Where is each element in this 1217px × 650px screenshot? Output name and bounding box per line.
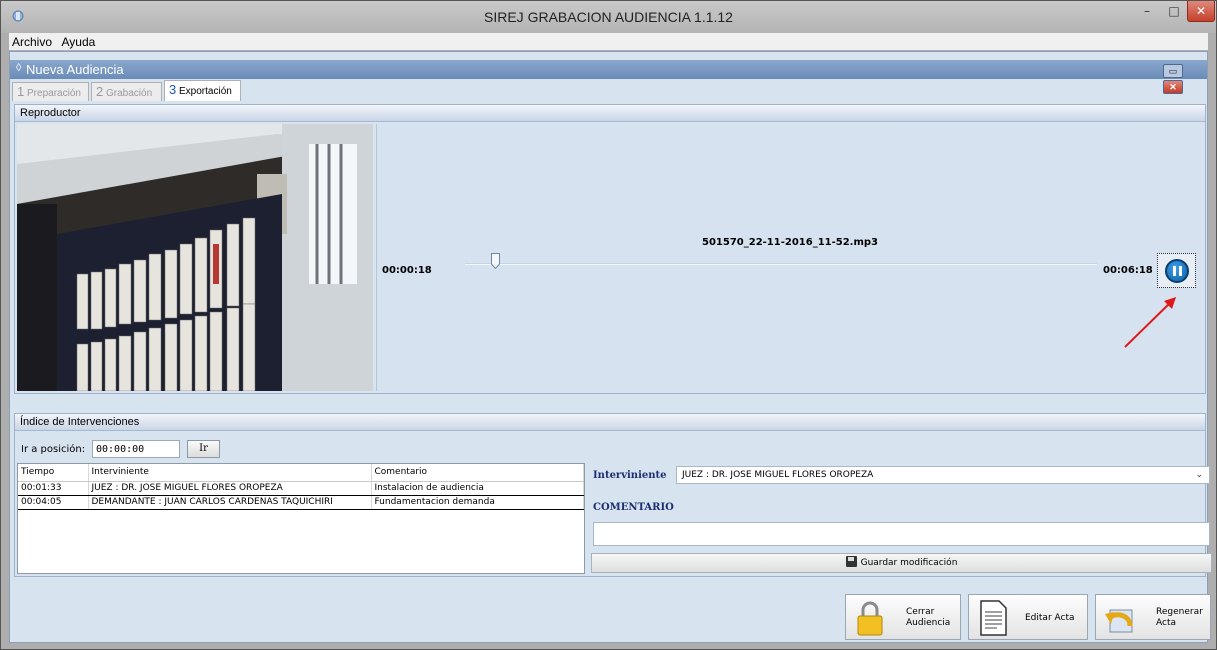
close-button[interactable]: ✕ [1187,1,1215,22]
minimize-button[interactable]: – [1134,1,1160,22]
interviniente-select[interactable]: JUEZ : DR. JOSE MIGUEL FLORES OROPEZA ⌄ [676,466,1210,484]
child-window-buttons: ▭ ✕ [1163,62,1205,94]
tab-number: 3 [169,82,177,97]
app-window: SIREJ GRABACION AUDIENCIA 1.1.12 – □ ✕ A… [0,0,1217,650]
cell-tiempo[interactable]: 00:04:05 [18,495,89,510]
chevron-down-icon: ⌄ [1195,470,1203,480]
tab-number: 2 [96,84,104,99]
video-frame-image [17,124,373,391]
pause-icon [1165,259,1189,283]
goto-button[interactable]: Ir [187,440,220,458]
comentario-input[interactable] [593,522,1210,546]
interventions-table: Tiempo Interviniente Comentario 00:01:33… [17,463,585,574]
goto-label: Ir a posición: [21,444,86,455]
menu-bar: Archivo Ayuda [9,33,1208,50]
interviniente-value: JUEZ : DR. JOSE MIGUEL FLORES OROPEZA [682,470,874,480]
padlock-icon [857,601,883,636]
title-bar[interactable]: SIREJ GRABACION AUDIENCIA 1.1.12 – □ ✕ [1,1,1216,33]
video-preview [17,124,373,391]
maximize-button[interactable]: □ [1161,1,1187,22]
child-window-titlebar[interactable]: ◊ Nueva Audiencia ▭ ✕ [10,60,1207,94]
audio-filename: 501570_22-11-2016_11-52.mp3 [701,237,879,248]
tab-number: 1 [17,84,25,99]
close-hearing-line2: Audiencia [906,618,951,628]
player-panel: Reproductor 501570_22-11-2016_11-52.mp3 … [14,104,1206,394]
document-icon [980,600,1007,636]
document-icon: ◊ [16,62,22,74]
menu-ayuda[interactable]: Ayuda [59,33,99,49]
regenerate-acta-label: Regenerar Acta [1156,607,1203,629]
child-restore-button[interactable]: ▭ [1163,64,1183,78]
save-modification-button[interactable]: Guardar modificación [591,553,1212,573]
index-header: Índice de Intervenciones [15,414,1205,431]
cell-comentario[interactable]: Instalacion de audiencia [371,481,584,496]
edit-acta-label: Editar Acta [1025,613,1075,623]
cell-comentario[interactable]: Fundamentacion demanda [371,495,584,510]
floppy-disk-icon [845,556,857,567]
regenerate-line2: Acta [1156,618,1176,628]
tab-preparacion[interactable]: 1 Preparación [12,82,89,101]
close-hearing-line1: Cerrar [906,607,935,617]
cell-tiempo[interactable]: 00:01:33 [18,481,89,496]
table-row[interactable]: 00:01:33 JUEZ : DR. JOSE MIGUEL FLORES O… [18,481,584,496]
mdi-client: ◊ Nueva Audiencia ▭ ✕ 1 Preparación 2 Gr… [9,51,1212,643]
column-comentario[interactable]: Comentario [371,464,584,482]
column-tiempo[interactable]: Tiempo [18,464,89,482]
tab-exportacion[interactable]: 3 Exportación [164,80,241,101]
child-close-button[interactable]: ✕ [1163,80,1183,94]
audio-player: 501570_22-11-2016_11-52.mp3 00:00:18 00:… [376,124,1203,391]
child-window-title: Nueva Audiencia [26,62,124,77]
interviniente-label: Interviniente [593,470,667,481]
annotation-arrow-icon [1124,297,1176,348]
save-label: Guardar modificación [860,558,958,568]
goto-time-input[interactable] [92,440,180,458]
column-interviniente[interactable]: Interviniente [88,464,372,482]
seek-track[interactable] [465,263,1097,265]
cell-interviniente[interactable]: DEMANDANTE : JUAN CARLOS CARDENAS TAQUIC… [88,495,372,510]
comentario-label: COMENTARIO [593,502,674,513]
index-panel: Índice de Intervenciones Ir a posición: … [14,413,1212,577]
undo-arrow-icon [1105,609,1133,633]
total-time: 00:06:18 [1103,265,1153,276]
tab-grabacion[interactable]: 2 Grabación [91,82,162,101]
tab-label: Grabación [106,88,153,99]
tab-label: Preparación [27,88,81,99]
tab-label: Exportación [179,86,232,97]
cell-interviniente[interactable]: JUEZ : DR. JOSE MIGUEL FLORES OROPEZA [88,481,372,496]
regenerate-line1: Regenerar [1156,607,1203,617]
pause-button[interactable] [1157,253,1196,288]
current-time: 00:00:18 [382,265,432,276]
regenerate-acta-button[interactable]: Regenerar Acta [1095,594,1211,640]
close-hearing-button[interactable]: Cerrar Audiencia [845,594,961,640]
edit-acta-button[interactable]: Editar Acta [968,594,1088,640]
seek-thumb[interactable] [490,253,500,269]
table-row[interactable]: 00:04:05 DEMANDANTE : JUAN CARLOS CARDEN… [18,495,584,510]
player-header: Reproductor [15,105,1205,122]
window-title: SIREJ GRABACION AUDIENCIA 1.1.12 [484,9,733,25]
menu-archivo[interactable]: Archivo [9,33,55,49]
close-hearing-label: Cerrar Audiencia [906,607,950,629]
table-header-row: Tiempo Interviniente Comentario [18,464,584,482]
